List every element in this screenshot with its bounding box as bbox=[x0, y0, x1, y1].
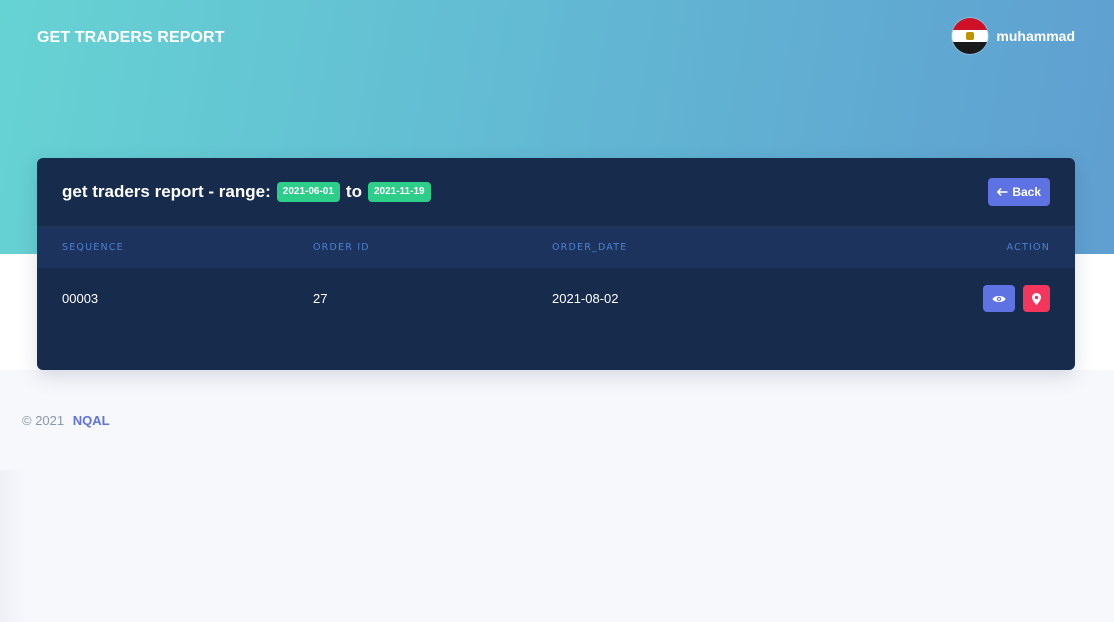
egypt-flag-icon[interactable] bbox=[952, 18, 989, 54]
arrow-left-icon bbox=[997, 188, 1008, 196]
footer-copyright: © 2021 bbox=[22, 413, 65, 428]
cell-sequence: 00003 bbox=[62, 291, 99, 306]
side-shade bbox=[0, 470, 26, 622]
card-title: get traders report - range: 2021-06-01 t… bbox=[62, 182, 433, 202]
row-actions bbox=[983, 285, 1050, 312]
cell-order-date: 2021-08-02 bbox=[552, 291, 619, 306]
page-title: GET TRADERS REPORT bbox=[37, 29, 225, 46]
column-header-order-id: ORDER ID bbox=[313, 242, 370, 253]
back-button[interactable]: Back bbox=[988, 178, 1050, 206]
table-header: SEQUENCE ORDER ID ORDER_DATE ACTION bbox=[37, 227, 1075, 268]
view-button[interactable] bbox=[983, 285, 1015, 312]
map-marker-icon bbox=[1032, 292, 1041, 305]
back-button-label: Back bbox=[1012, 185, 1041, 199]
cell-order-id: 27 bbox=[313, 291, 328, 306]
card-header: get traders report - range: 2021-06-01 t… bbox=[37, 158, 1075, 227]
range-joiner: to bbox=[345, 182, 362, 201]
column-header-order-date: ORDER_DATE bbox=[552, 242, 628, 253]
range-end-badge: 2021-11-19 bbox=[367, 182, 431, 202]
column-header-action: ACTION bbox=[1006, 242, 1050, 253]
user-menu[interactable]: muhammad bbox=[952, 18, 1075, 54]
location-button[interactable] bbox=[1023, 285, 1050, 312]
report-card: get traders report - range: 2021-06-01 t… bbox=[37, 158, 1075, 370]
footer: © 2021 NQAL bbox=[22, 413, 110, 428]
table-row: 00003 27 2021-08-02 bbox=[37, 268, 1075, 329]
footer-brand-link[interactable]: NQAL bbox=[73, 413, 110, 428]
eye-icon bbox=[992, 295, 1006, 302]
range-start-badge: 2021-06-01 bbox=[276, 182, 340, 202]
card-title-prefix: get traders report - range: bbox=[62, 182, 271, 201]
column-header-sequence: SEQUENCE bbox=[62, 242, 124, 253]
username[interactable]: muhammad bbox=[996, 28, 1075, 44]
